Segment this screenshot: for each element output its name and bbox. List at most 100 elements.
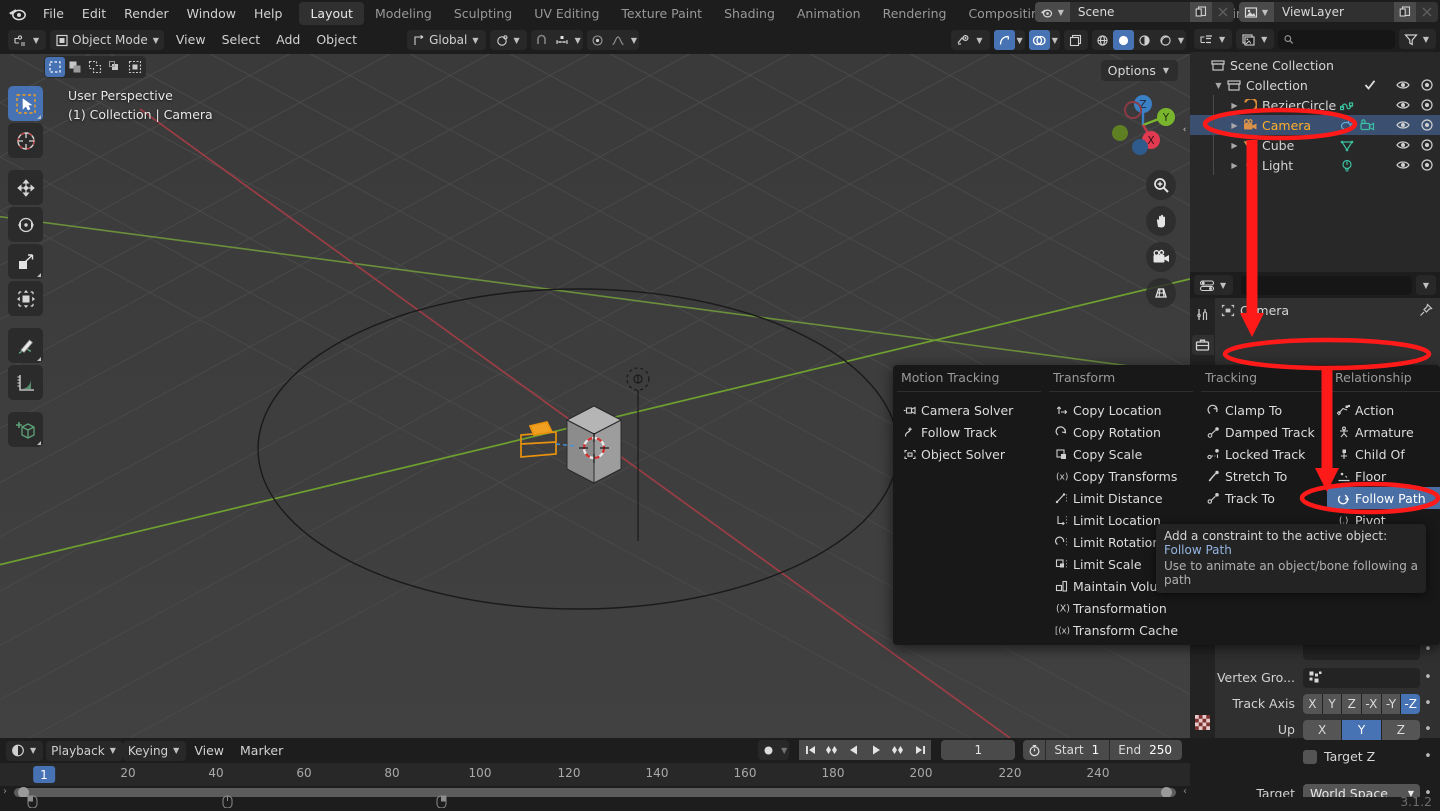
constraint-item-action[interactable]: Action [1327, 399, 1440, 421]
shading-modes-group[interactable]: ▼ [1091, 30, 1186, 50]
object-mode-selector[interactable]: Object Mode ▼ [50, 30, 164, 50]
select-intersect-icon[interactable] [105, 57, 125, 77]
constraint-item-child-of[interactable]: Child Of [1327, 443, 1440, 465]
eye-icon[interactable] [1396, 159, 1410, 171]
snap-chevron-icon[interactable]: ▼ [573, 36, 583, 45]
camera-render-icon[interactable] [1420, 139, 1434, 151]
properties-editor-type[interactable]: ▼ [1194, 275, 1234, 295]
jump-to-end-button[interactable] [909, 740, 932, 760]
constraint-item-copy-location[interactable]: Copy Location [1045, 399, 1197, 421]
toggle-perspective-icon[interactable] [1146, 278, 1176, 308]
workspace-tab-shading[interactable]: Shading [713, 2, 786, 25]
constraint-item-locked-track[interactable]: Locked Track [1197, 443, 1327, 465]
outliner-search-box[interactable] [1278, 29, 1395, 49]
tool-add-cube[interactable] [8, 412, 43, 447]
workspace-tab-uv-editing[interactable]: UV Editing [523, 2, 610, 25]
constraint-item-armature[interactable]: Armature [1327, 421, 1440, 443]
rendered-shading-icon[interactable] [1155, 30, 1176, 50]
timeline-menu-marker[interactable]: Marker [232, 741, 291, 761]
pin-id-icon[interactable] [1419, 303, 1433, 317]
end-frame-value[interactable]: 250 [1149, 743, 1182, 757]
transform-orientation-selector[interactable]: Global ▼ [407, 30, 486, 50]
constraint-item-camera-solver[interactable]: Camera Solver [893, 399, 1045, 421]
disclosure-closed-icon[interactable]: ▶ [1228, 141, 1241, 150]
constraint-item-track-to[interactable]: Track To [1197, 487, 1327, 509]
timeline-menu-view[interactable]: View [186, 741, 232, 761]
constraint-item-floor[interactable]: Floor [1327, 465, 1440, 487]
workspace-tab-animation[interactable]: Animation [786, 2, 872, 25]
top-menu-file[interactable]: File [34, 3, 73, 24]
light-data-icon[interactable] [1340, 159, 1354, 172]
workspace-tab-texture-paint[interactable]: Texture Paint [610, 2, 713, 25]
track-axis-option-negZ[interactable]: -Z [1401, 693, 1420, 714]
eye-icon[interactable] [1396, 139, 1410, 151]
camera-render-icon[interactable] [1420, 119, 1434, 131]
auto-keying-icon[interactable] [758, 740, 779, 760]
outliner-display-mode[interactable]: ▼ [1236, 29, 1275, 49]
constraint-item-transform-cache[interactable]: [(x) Transform Cache [1045, 619, 1197, 641]
outliner-row-light[interactable]: ▶ Light [1190, 155, 1440, 175]
xray-toggle[interactable] [1063, 30, 1088, 50]
constraint-item-transformation[interactable]: (X) Transformation [1045, 597, 1197, 619]
timeline-menu-keying[interactable]: Keying ▼ [122, 740, 187, 761]
vertex-group-animate-dot[interactable]: • [1420, 670, 1436, 685]
navigation-gizmo[interactable]: Z Y X [1104, 86, 1182, 164]
tab-tool[interactable] [1192, 304, 1214, 324]
select-mode-buttons[interactable] [44, 56, 146, 78]
timeline-ruler[interactable]: 20 40 60 80 100 120 140 160 180 200 220 240 1 [0, 763, 1190, 786]
constraint-item-object-solver[interactable]: Object Solver [893, 443, 1045, 465]
constraint-item-copy-scale[interactable]: Copy Scale [1045, 443, 1197, 465]
workspace-tab-layout[interactable]: Layout [299, 1, 364, 25]
constraint-item-copy-transforms[interactable]: (x) Copy Transforms [1045, 465, 1197, 487]
tool-scale[interactable] [8, 244, 43, 279]
track-axis-option-negY[interactable]: -Y [1381, 693, 1401, 714]
viewlayer-name[interactable]: ViewLayer [1274, 2, 1394, 22]
constraint-item-follow-path[interactable]: Follow Path [1327, 487, 1440, 509]
top-menu-window[interactable]: Window [178, 3, 245, 24]
camera-render-icon[interactable] [1420, 79, 1434, 91]
tool-measure[interactable] [8, 365, 43, 400]
properties-options-button[interactable]: ▼ [1415, 275, 1436, 295]
blender-logo-icon[interactable] [6, 3, 28, 23]
top-menu-edit[interactable]: Edit [73, 3, 115, 24]
proportional-edit-icon[interactable] [587, 30, 608, 50]
new-scene-icon[interactable] [1189, 2, 1212, 22]
tool-move[interactable] [8, 170, 43, 205]
material-preview-icon[interactable] [1134, 30, 1155, 50]
show-gizmo-icon[interactable] [993, 30, 1015, 50]
pivot-point-selector[interactable]: ▼ [489, 30, 527, 50]
target-z-checkbox-row[interactable]: Target Z [1303, 749, 1375, 764]
camera-render-icon[interactable] [1420, 159, 1434, 171]
playhead[interactable]: 1 [33, 766, 55, 783]
constraint-item-stretch-to[interactable]: Stretch To [1197, 465, 1327, 487]
viewport-menu-object[interactable]: Object [308, 30, 365, 50]
timeline-editor-type[interactable]: ▼ [6, 740, 44, 761]
constraint-item-follow-track[interactable]: Follow Track [893, 421, 1045, 443]
disclosure-open-icon[interactable]: ▼ [1212, 81, 1225, 90]
show-overlays-icon[interactable] [1028, 30, 1050, 50]
viewlayer-icon[interactable]: ▼ [1238, 2, 1274, 22]
up-axis-segments[interactable]: XYZ [1303, 719, 1420, 740]
editor-type-selector[interactable]: ▼ [8, 30, 47, 50]
disclosure-closed-icon[interactable]: ▶ [1228, 161, 1241, 170]
move-view-icon[interactable] [1146, 206, 1176, 236]
add-constraint-menu[interactable]: Motion Tracking Camera Solver Follow Track… [893, 365, 1440, 645]
outliner-row-beziercircle[interactable]: ▶ BezierCircle [1190, 95, 1440, 115]
outliner-filter-button[interactable]: ▼ [1398, 29, 1436, 49]
snapping-group[interactable]: ▼ [530, 30, 583, 50]
eye-icon[interactable] [1396, 99, 1410, 111]
viewlayer-selector[interactable]: ▼ ViewLayer [1238, 2, 1438, 22]
track-axis-option-X[interactable]: X [1303, 693, 1322, 714]
outliner-row-collection[interactable]: ▼ Collection [1190, 75, 1440, 95]
proportional-edit-group[interactable]: ▼ [586, 30, 639, 50]
collection-checkbox[interactable] [1364, 79, 1376, 91]
unlink-scene-icon[interactable] [1211, 2, 1234, 22]
properties-search-input[interactable] [1261, 278, 1406, 292]
eye-icon[interactable] [1396, 119, 1410, 131]
workspace-tab-rendering[interactable]: Rendering [872, 2, 958, 25]
track-axis-segments[interactable]: X Y Z -X -Y -Z [1303, 693, 1420, 714]
tool-cursor[interactable] [8, 123, 43, 158]
viewport-menu-select[interactable]: Select [214, 30, 269, 50]
workspace-tab-sculpting[interactable]: Sculpting [443, 2, 523, 25]
outliner-row-scene-collection[interactable]: Scene Collection [1190, 55, 1440, 75]
